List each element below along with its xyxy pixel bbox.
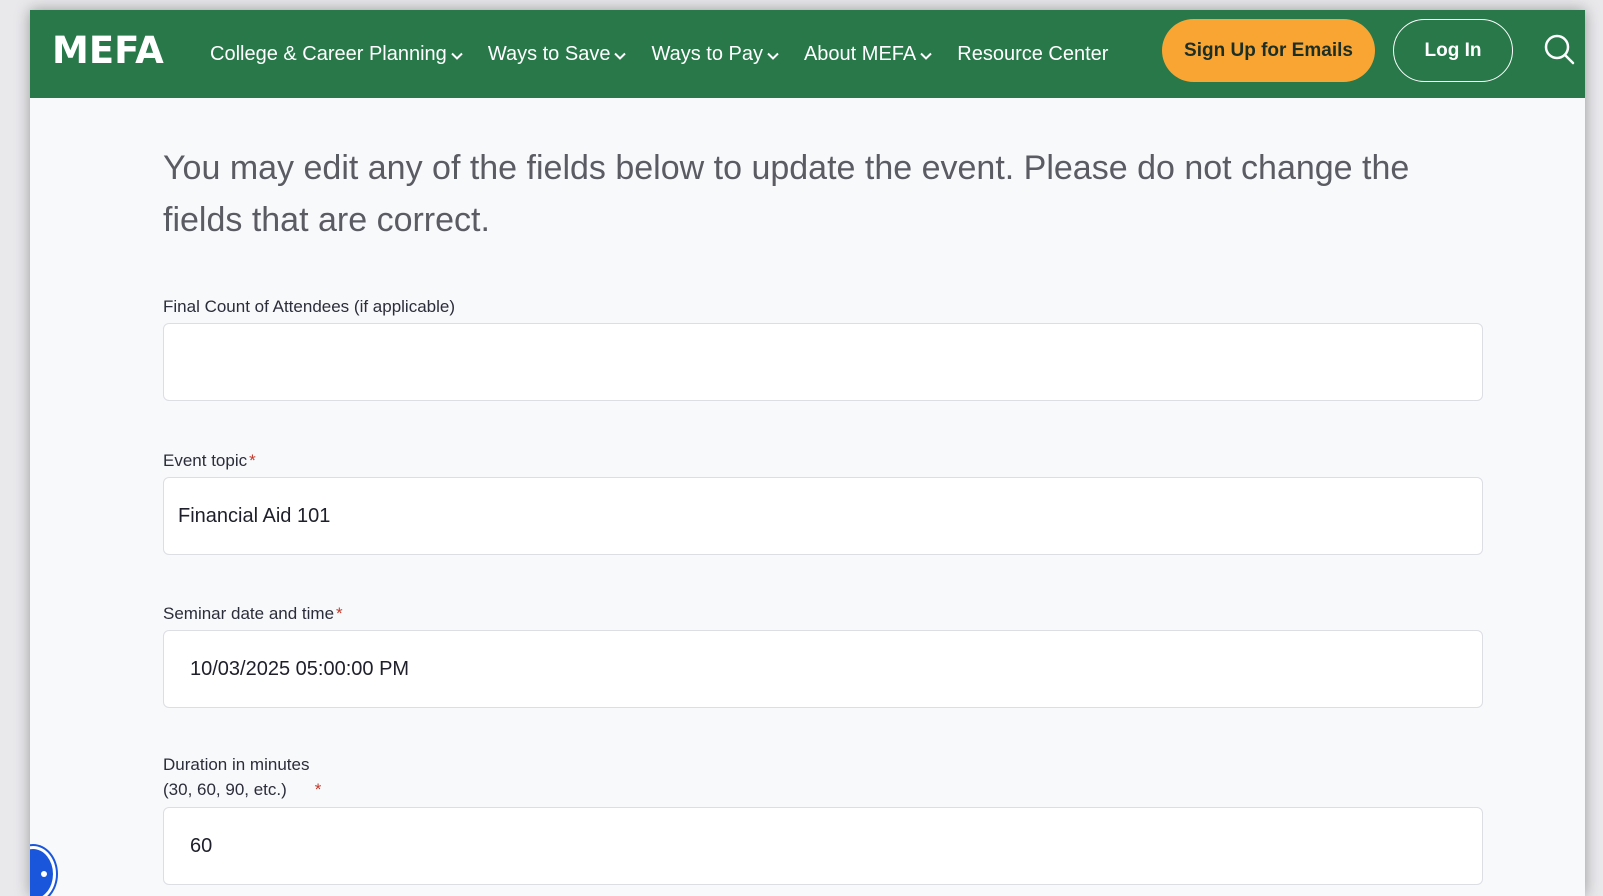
main-nav: College & Career Planning Ways to Save W… — [210, 10, 1133, 98]
event-topic-input[interactable] — [163, 477, 1483, 555]
attendees-label: Final Count of Attendees (if applicable) — [163, 294, 455, 319]
nav-college-career-planning[interactable]: College & Career Planning — [210, 43, 463, 66]
event-topic-label-text: Event topic — [163, 451, 248, 470]
search-button[interactable] — [1540, 30, 1580, 70]
accessibility-icon — [41, 871, 47, 877]
nav-resource-center[interactable]: Resource Center — [957, 43, 1108, 66]
duration-label: Duration in minutes (30, 60, 90, etc.) * — [163, 752, 321, 802]
attendees-label-text: Final Count of Attendees (if applicable) — [163, 297, 456, 316]
form-intro-text: You may edit any of the fields below to … — [163, 149, 1410, 239]
chevron-down-icon — [767, 52, 779, 60]
chevron-down-icon — [451, 52, 463, 60]
attendees-input[interactable] — [163, 323, 1483, 401]
nav-label: Ways to Pay — [651, 42, 763, 65]
browser-page: MEFA College & Career Planning Ways to S… — [30, 10, 1585, 896]
duration-label-line2: (30, 60, 90, etc.) — [163, 780, 287, 799]
nav-label: Ways to Save — [487, 42, 611, 65]
nav-about-mefa[interactable]: About MEFA — [804, 43, 932, 66]
nav-label: About MEFA — [803, 42, 917, 65]
sign-up-emails-button[interactable]: Sign Up for Emails — [1162, 19, 1375, 82]
required-asterisk: * — [314, 780, 322, 799]
nav-label: College & Career Planning — [210, 42, 447, 65]
nav-label: Resource Center — [957, 42, 1109, 65]
top-navbar: MEFA College & Career Planning Ways to S… — [30, 10, 1585, 98]
seminar-datetime-label: Seminar date and time * — [163, 601, 343, 626]
search-icon — [1544, 34, 1575, 65]
nav-ways-to-save[interactable]: Ways to Save — [488, 43, 627, 66]
seminar-datetime-input[interactable] — [163, 630, 1483, 708]
event-topic-label: Event topic * — [163, 448, 256, 473]
duration-label-line1: Duration in minutes — [163, 755, 310, 774]
log-in-button[interactable]: Log In — [1393, 19, 1513, 82]
accessibility-widget-button[interactable] — [30, 846, 56, 896]
required-asterisk: * — [336, 604, 343, 623]
seminar-datetime-label-text: Seminar date and time — [163, 604, 335, 623]
mefa-logo[interactable]: MEFA — [52, 30, 164, 72]
chevron-down-icon — [920, 52, 932, 60]
required-asterisk: * — [249, 451, 256, 470]
nav-ways-to-pay[interactable]: Ways to Pay — [651, 43, 779, 66]
chevron-down-icon — [614, 52, 627, 60]
duration-input[interactable] — [163, 807, 1483, 885]
